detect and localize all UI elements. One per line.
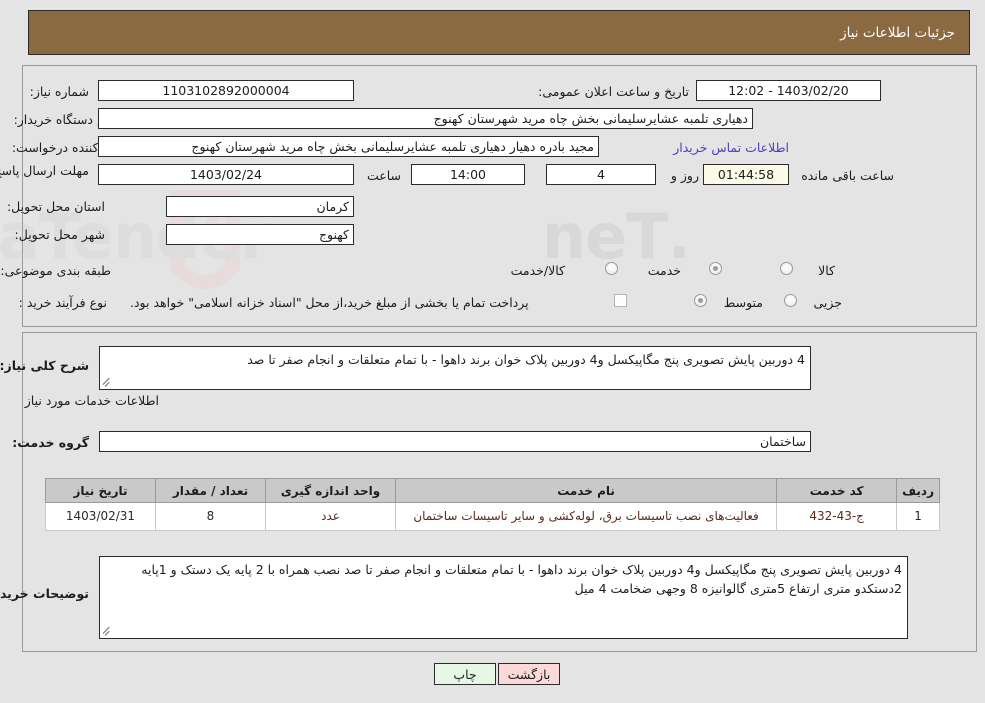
table-header-row: ردیف کد خدمت نام خدمت واحد اندازه گیری ت… — [45, 478, 940, 503]
service-group-value: ساختمان — [99, 431, 811, 452]
buyer-org-value: دهیاری تلمبه عشایرسلیمانی بخش چاه مرید ش… — [98, 108, 753, 129]
description-label: شرح کلی نیاز: — [0, 358, 89, 373]
need-number-value: 1103102892000004 — [98, 80, 354, 101]
buyer-contact-link[interactable]: اطلاعات تماس خریدار — [673, 140, 789, 155]
public-announce-value: 1403/02/20 - 12:02 — [696, 80, 881, 101]
col-row-no: ردیف — [896, 478, 940, 503]
process-label: نوع فرآیند خرید : — [18, 295, 107, 310]
services-table: ردیف کد خدمت نام خدمت واحد اندازه گیری ت… — [45, 478, 940, 531]
buyer-notes-label: توضیحات خریدار: — [0, 586, 89, 601]
city-label: شهر محل تحویل: — [14, 227, 105, 242]
cell-quantity: 8 — [155, 502, 266, 531]
countdown-value: 01:44:58 — [703, 164, 789, 185]
service-group-label: گروه خدمت: — [12, 435, 89, 450]
cell-unit: عدد — [265, 502, 396, 531]
cell-row-no: 1 — [896, 502, 940, 531]
description-textarea[interactable]: 4 دوربین پایش تصویری پنج مگاپیکسل و4 دور… — [99, 346, 811, 390]
description-text: 4 دوربین پایش تصویری پنج مگاپیکسل و4 دور… — [247, 352, 805, 367]
treasury-checkbox[interactable] — [614, 294, 627, 307]
city-value: کهنوج — [166, 224, 354, 245]
province-label: استان محل تحویل: — [6, 199, 105, 214]
hour-label: ساعت — [366, 168, 401, 183]
radio-category-kala[interactable] — [780, 262, 793, 275]
deadline-label: مهلت ارسال پاسخ: تا تاریخ: — [0, 163, 89, 178]
hour-value: 14:00 — [411, 164, 525, 185]
resize-grip-icon[interactable] — [103, 377, 113, 387]
countdown-unit-label: ساعت باقی مانده — [801, 168, 894, 183]
radio-category-kala-khedmat-label: کالا/خدمت — [510, 263, 565, 278]
table-row: 1 ج-43-432 فعالیت‌های نصب تاسیسات برق، ل… — [45, 502, 940, 531]
treasury-note: پرداخت تمام یا بخشی از مبلغ خرید،از محل … — [130, 295, 529, 310]
buyer-notes-text: 4 دوربین پایش تصویری پنج مگاپیکسل و4 دور… — [141, 562, 902, 596]
services-section-heading: اطلاعات خدمات مورد نیاز — [24, 393, 159, 408]
window-title-bar: جزئیات اطلاعات نیاز — [28, 10, 970, 55]
col-service-name: نام خدمت — [394, 478, 778, 503]
buyer-notes-textarea[interactable]: 4 دوربین پایش تصویری پنج مگاپیکسل و4 دور… — [99, 556, 908, 639]
col-quantity: تعداد / مقدار — [155, 478, 266, 503]
requester-value: مجید بادره دهیار دهیاری تلمبه عشایرسلیما… — [98, 136, 599, 157]
province-value: کرمان — [166, 196, 354, 217]
days-value: 4 — [546, 164, 656, 185]
cell-service-name: فعالیت‌های نصب تاسیسات برق، لوله‌کشی و س… — [394, 502, 778, 531]
radio-category-khedmat-label: خدمت — [647, 263, 681, 278]
radio-process-jozei-label: جزیی — [813, 295, 842, 310]
services-table-wrap: ردیف کد خدمت نام خدمت واحد اندازه گیری ت… — [45, 478, 940, 531]
col-service-code: کد خدمت — [776, 478, 898, 503]
cell-service-code: ج-43-432 — [776, 502, 898, 531]
radio-category-kala-label: کالا — [818, 263, 835, 278]
col-need-date: تاریخ نیاز — [45, 478, 156, 503]
radio-process-motevaset-label: متوسط — [723, 295, 763, 310]
category-label: طبقه بندی موضوعی: — [0, 263, 111, 278]
need-number-label: شماره نیاز: — [29, 84, 89, 99]
resize-grip-icon-2[interactable] — [103, 626, 113, 636]
print-button[interactable]: چاپ — [434, 663, 496, 685]
cell-need-date: 1403/02/31 — [45, 502, 156, 531]
days-unit-label: روز و — [670, 168, 699, 183]
radio-category-khedmat[interactable] — [709, 262, 722, 275]
radio-category-kala-khedmat[interactable] — [605, 262, 618, 275]
page-root: AriaTender .neT جزئیات اطلاعات نیاز شمار… — [0, 0, 985, 703]
page-title: جزئیات اطلاعات نیاز — [840, 24, 955, 41]
radio-process-motevaset[interactable] — [694, 294, 707, 307]
radio-process-jozei[interactable] — [784, 294, 797, 307]
back-button[interactable]: بازگشت — [498, 663, 560, 685]
col-unit: واحد اندازه گیری — [265, 478, 396, 503]
deadline-date-value: 1403/02/24 — [98, 164, 354, 185]
public-announce-label: تاریخ و ساعت اعلان عمومی: — [538, 84, 689, 99]
